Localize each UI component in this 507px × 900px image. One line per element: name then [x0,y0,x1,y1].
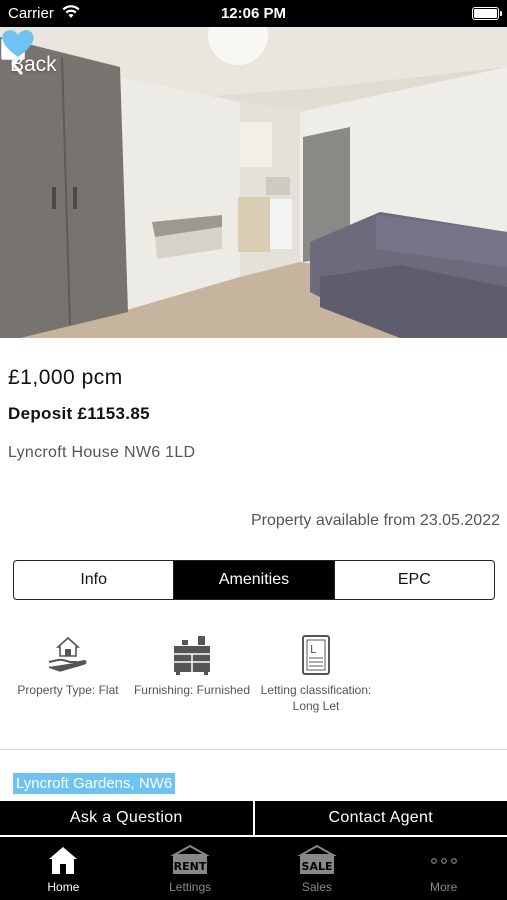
price: £1,000 pcm [8,366,123,389]
tab-info[interactable]: Info [14,561,173,599]
location-label: Lyncroft Gardens, NW6 [13,773,176,794]
status-bar: Carrier 12:06 PM [0,0,507,27]
svg-text:L: L [310,643,317,656]
amenity-furnishing: Furnishing: Furnished [132,634,252,698]
divider [0,749,507,750]
property-photo[interactable]: Back [0,27,507,338]
contact-agent-button[interactable]: Contact Agent [252,801,507,835]
ask-question-button[interactable]: Ask a Question [0,801,253,835]
tab-home[interactable]: Home [0,837,127,900]
rent-sign-text: RENT [174,860,207,873]
tab-label: Lettings [169,880,212,894]
tab-label: More [429,880,458,894]
clock: 12:06 PM [220,5,287,22]
tab-bar: Home RENT Lettings SALE Sales More [0,837,507,900]
rent-sign-icon: RENT [170,845,210,874]
amenity-property-type: Property Type: Flat [8,634,128,698]
sale-sign-icon: SALE [297,845,337,874]
battery-icon [472,7,502,20]
tab-amenities[interactable]: Amenities [173,561,334,599]
sale-sign-text: SALE [301,860,332,873]
action-bar: Ask a Question Contact Agent [0,801,507,835]
drawers-icon [174,636,210,675]
favorite-heart-icon[interactable] [0,27,36,59]
document-icon: L [302,635,330,675]
tab-lettings[interactable]: RENT Lettings [127,837,254,900]
tab-label: Home [47,880,80,894]
deposit: Deposit £1153.85 [8,404,150,423]
amenity-label: Property Type: Flat [17,683,119,697]
tab-label: Sales [301,880,332,894]
availability-date: Property available from 23.05.2022 [250,512,500,529]
tab-epc[interactable]: EPC [333,561,494,599]
amenity-label: Furnishing: Furnished [133,683,251,697]
room-illustration [0,27,507,338]
tab-more[interactable]: More [380,837,507,900]
detail-tabs: Info Amenities EPC [13,560,495,600]
address: Lyncroft House NW6 1LD [8,444,196,461]
amenity-label: Letting classification: Long Let [260,683,372,713]
house-hand-icon [48,636,87,672]
tab-sales[interactable]: SALE Sales [254,837,381,900]
home-icon [49,847,78,874]
more-icon [430,858,457,864]
amenity-letting-classification: L Letting classification: Long Let [256,634,376,714]
